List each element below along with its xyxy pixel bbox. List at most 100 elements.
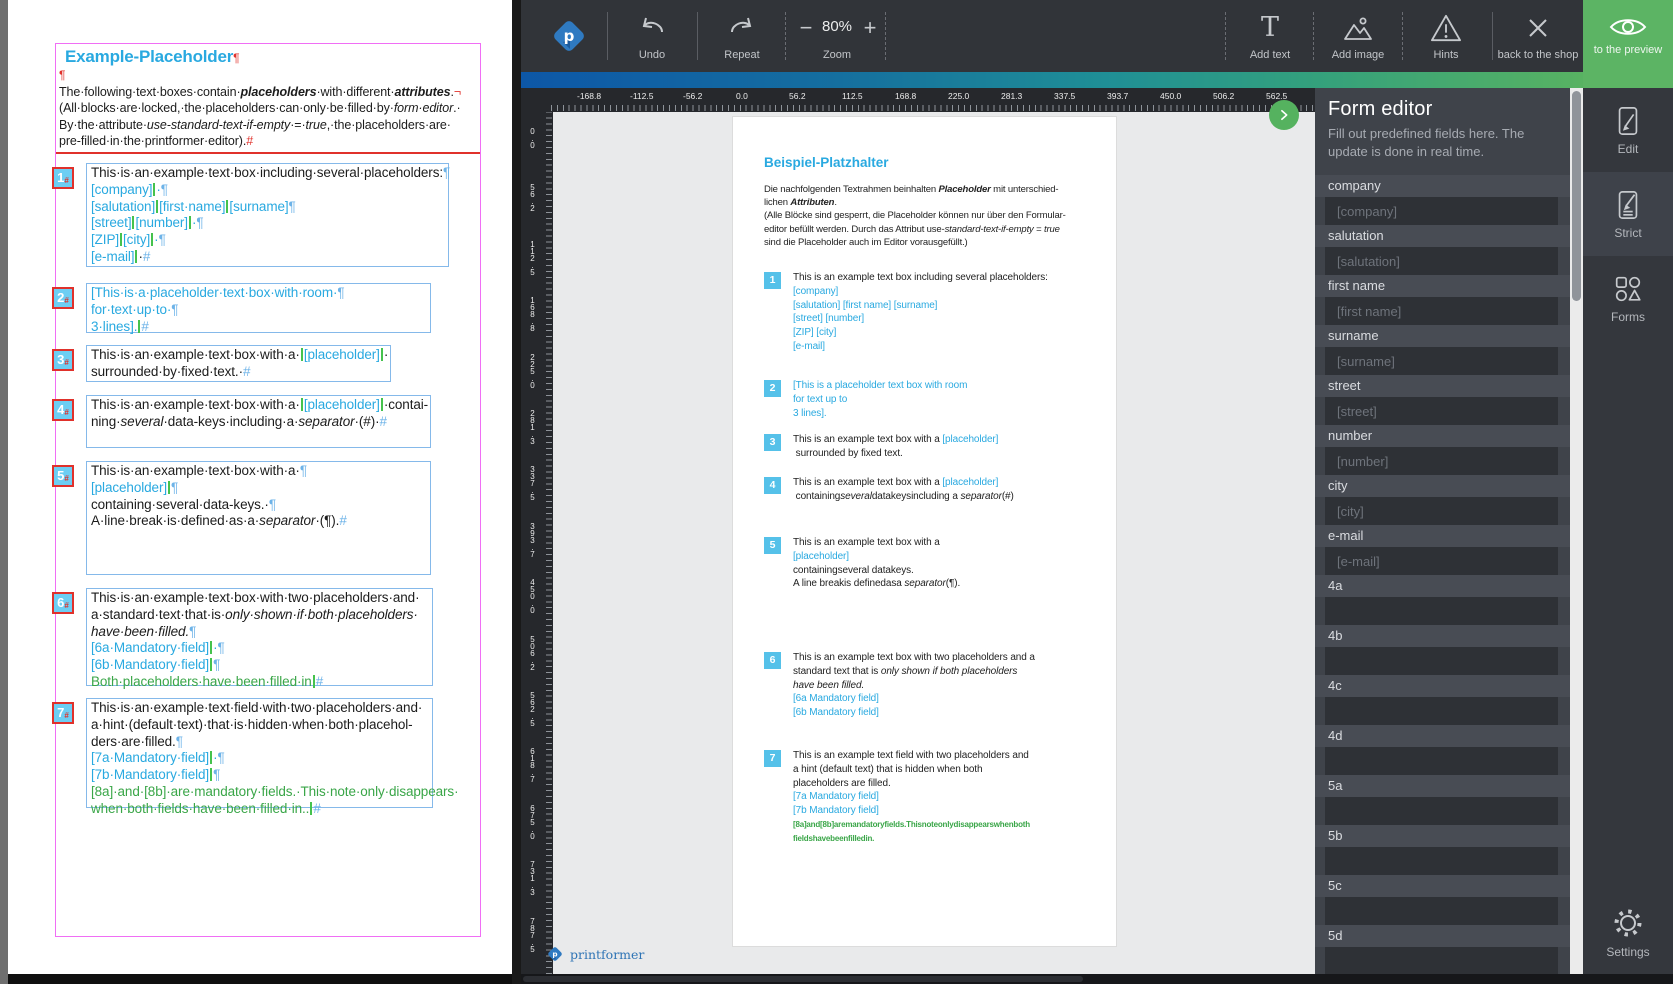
form-field-input-5b[interactable] [1325,847,1558,875]
back-to-shop-button[interactable]: back to the shop [1490,10,1586,61]
sidebar-item-edit[interactable]: Edit [1583,88,1673,172]
block-text: This is an example text field with two p… [793,749,1098,846]
text-line: 3·lines]. # [91,319,426,336]
text-line: This·is·an·example·text·box·with·a·¶ [91,463,426,480]
text-segment: [street] [91,215,132,231]
zoom-in-button[interactable]: + [859,17,881,40]
form-field-input-5a[interactable] [1325,797,1558,825]
form-field-input-salutation[interactable] [1325,247,1558,275]
text-segment: separator [960,490,1002,502]
form-field-input-e-mail[interactable] [1325,547,1558,575]
text-segment: for·text·up·to· [91,301,172,317]
undo-button[interactable]: Undo [604,10,700,61]
text-segment: ·(¶). [315,513,340,529]
sidebar-item-forms[interactable]: Forms [1583,256,1673,340]
printformer-editor-screen: Example-Placeholder¶ ¶ The·following·tex… [0,0,1673,984]
scrollbar-thumb[interactable] [1572,91,1581,301]
text-segment: This·is·an·example·text·box·with·two·pla… [91,590,420,605]
zoom-value: 80% [821,18,853,35]
collapse-panel-button[interactable] [1269,100,1299,130]
paragraph-rule [56,152,480,154]
block-badge: 3# [52,349,74,371]
field-marker [120,233,123,247]
text-segment: true [1044,223,1060,235]
field-marker [210,658,213,672]
add-text-button[interactable]: T Add text [1222,10,1318,62]
horizontal-scrollbar-thumb[interactable] [523,976,1083,982]
form-field: 5c [1315,875,1570,925]
form-field-input-first-name[interactable] [1325,297,1558,325]
add-image-button[interactable]: Add image [1310,10,1406,61]
block-badge: 5# [52,465,74,487]
form-field-input-4a[interactable] [1325,597,1558,625]
repeat-button[interactable]: Repeat [694,10,790,61]
text-line: This is an example text box including se… [793,271,1098,285]
block-text: This is an example text box with two pla… [793,651,1098,720]
printformer-watermark: p printformer [545,944,644,964]
text-line: a·standard·text·that·is·only·shown·if·bo… [91,607,428,624]
text-segment: ¶ [217,750,225,766]
text-segment: ·data-keys·including·a· [163,413,299,429]
form-field-input-5d[interactable] [1325,947,1558,974]
block-badge: 1# [52,167,74,189]
form-field-input-company[interactable] [1325,197,1558,225]
form-field-input-4b[interactable] [1325,647,1558,675]
text-segment: [placeholder] [942,477,999,488]
text-segment: [6b·Mandatory·field] [91,657,210,673]
text-segment: mit unterschied- [990,184,1059,195]
text-segment: . [834,197,837,209]
sidebar-item-settings[interactable]: Settings [1583,890,1673,974]
text-line: [salutation] [first·name] [surname]¶ [91,199,444,216]
form-field-label: first name [1315,275,1570,297]
text-segment: ders·are·filled. [91,733,176,749]
page-title: Beispiel-Platzhalter [764,155,889,170]
form-panel-scrollbar[interactable] [1570,88,1583,974]
form-field-input-street[interactable] [1325,397,1558,425]
text-frame: This·is·an·example·text·box·with·two·pla… [86,588,433,689]
field-marker [300,398,303,411]
text-segment: Both·placeholders·have·been·filled·in [91,673,312,689]
form-field-input-4c[interactable] [1325,697,1558,725]
ruler-label: 337.5 [1054,91,1076,101]
left-window-bottom-bar [8,974,520,984]
zoom-out-button[interactable]: − [795,17,817,40]
form-field: salutation [1315,225,1570,275]
text-segment: only·shown·if·both·placeholders· [225,606,418,622]
text-line: surrounded·by·fixed·text.·# [91,364,386,381]
text-segment: [company] [91,181,153,197]
block-badge: 6# [52,592,74,614]
text-segment: pre-filled·in·the·printformer·editor). [59,134,247,149]
text-segment: [placeholder] [942,434,999,445]
text-segment: [7b·Mandatory·field] [91,767,210,783]
text-line: a·hint·(default·text)·that·is·hidden·whe… [91,717,428,734]
forms-icon [1615,276,1641,301]
text-segment: [city] [123,232,151,248]
text-segment: [e-mail] [793,340,825,352]
text-line: a hint (default text) that is hidden whe… [793,763,1098,777]
text-segment: (All·blocks·are·locked,·the·placeholders… [59,101,394,116]
form-field-input-surname[interactable] [1325,347,1558,375]
text-frame: This·is·an·example·text·box·including·se… [86,163,450,267]
text-line: This·is·an·example·text·box·with·a· [plac… [91,397,429,414]
text-segment: This·is·an·example·text·field·with·two·p… [91,700,423,715]
text-segment: separator [259,513,316,529]
text-segment: [number] [135,215,188,231]
add-text-label: Add text [1249,49,1291,61]
text-line: A line breakis definedasa separator(¶). [793,577,1098,591]
hints-button[interactable]: Hints [1398,10,1494,61]
sidebar-item-label: Strict [1614,225,1642,240]
form-field-input-4d[interactable] [1325,747,1558,775]
form-field-input-number[interactable] [1325,447,1558,475]
text-segment: have been filled. [793,679,865,691]
field-marker [380,348,383,361]
sidebar-item-strict[interactable]: Strict [1583,172,1673,256]
to-preview-button[interactable]: to the preview [1583,0,1673,88]
ruler-label: 450.0 [1160,91,1182,101]
text-segment: A line breakis definedasa [793,578,905,590]
text-line: have been filled. [793,679,1098,693]
horizontal-scrollbar[interactable] [521,974,1673,984]
form-field-input-city[interactable] [1325,497,1558,525]
text-segment: use-standard-text-if-empty [146,117,291,132]
form-field-input-5c[interactable] [1325,897,1558,925]
text-segment: ·contai- [383,397,429,412]
